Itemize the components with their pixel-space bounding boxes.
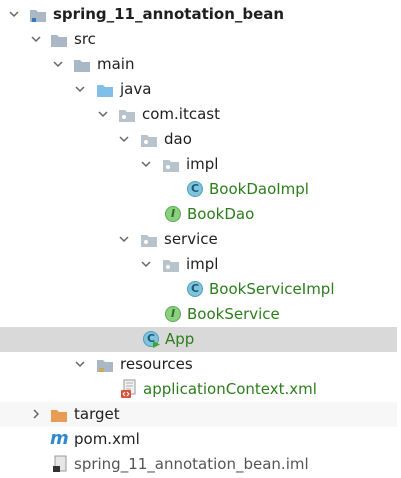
project-tree: spring_11_annotation_bean src main java … [0, 0, 401, 478]
tree-node-dao[interactable]: dao [0, 127, 397, 152]
file-label-book-dao: BookDao [187, 205, 255, 223]
module-folder-icon [30, 10, 46, 22]
tree-node-resources[interactable]: resources [0, 352, 397, 377]
run-badge-icon [153, 341, 160, 348]
package-icon [163, 260, 179, 272]
package-label: com.itcast [142, 105, 220, 123]
package-icon [141, 235, 157, 247]
file-label-application-context: applicationContext.xml [143, 380, 317, 398]
chevron-down-icon[interactable] [74, 83, 86, 95]
interface-icon: I [165, 206, 181, 222]
chevron-down-icon[interactable] [8, 8, 20, 20]
folder-label-main: main [97, 55, 135, 73]
chevron-down-icon[interactable] [52, 58, 64, 70]
folder-icon [51, 35, 67, 47]
xml-file-icon [121, 379, 136, 398]
resources-folder-icon [97, 360, 113, 372]
tree-node-book-dao-impl[interactable]: C BookDaoImpl [0, 177, 397, 202]
tree-node-package-root[interactable]: com.itcast [0, 102, 397, 127]
chevron-down-icon[interactable] [30, 33, 42, 45]
tree-node-application-context[interactable]: applicationContext.xml [0, 377, 397, 402]
file-label-pom: pom.xml [74, 430, 140, 448]
tree-node-pom[interactable]: m pom.xml [0, 427, 397, 452]
package-label-dao: dao [164, 130, 192, 148]
tree-node-service[interactable]: service [0, 227, 397, 252]
folder-label-src: src [74, 30, 96, 48]
tree-node-target[interactable]: target [0, 402, 397, 427]
file-label-book-service-impl: BookServiceImpl [209, 280, 335, 298]
tree-node-book-service[interactable]: I BookService [0, 302, 397, 327]
package-label-dao-impl: impl [186, 155, 219, 173]
project-name: spring_11_annotation_bean [53, 5, 285, 23]
folder-label-resources: resources [120, 355, 193, 373]
chevron-down-icon[interactable] [118, 133, 130, 145]
tree-node-book-dao[interactable]: I BookDao [0, 202, 397, 227]
folder-label-target: target [74, 405, 120, 423]
class-icon: C [187, 281, 203, 297]
chevron-down-icon[interactable] [140, 158, 152, 170]
tree-node-project[interactable]: spring_11_annotation_bean [0, 2, 397, 27]
chevron-down-icon[interactable] [118, 233, 130, 245]
maven-icon: m [50, 428, 69, 449]
package-icon [141, 135, 157, 147]
tree-node-book-service-impl[interactable]: C BookServiceImpl [0, 277, 397, 302]
package-label-service: service [164, 230, 218, 248]
file-label-book-dao-impl: BookDaoImpl [209, 180, 309, 198]
chevron-right-icon[interactable] [30, 408, 42, 420]
tree-node-service-impl[interactable]: impl [0, 252, 397, 277]
package-icon [163, 160, 179, 172]
excluded-folder-icon [51, 410, 67, 422]
file-label-app: App [165, 330, 195, 348]
tree-node-main[interactable]: main [0, 52, 397, 77]
chevron-down-icon[interactable] [97, 108, 109, 120]
class-icon: C [187, 181, 203, 197]
tree-node-app[interactable]: C App [0, 327, 397, 352]
package-icon [119, 110, 135, 122]
package-label-service-impl: impl [186, 255, 219, 273]
file-label-book-service: BookService [187, 305, 280, 323]
tree-node-java[interactable]: java [0, 77, 397, 102]
folder-icon [74, 60, 90, 72]
tree-node-src[interactable]: src [0, 27, 397, 52]
folder-label-java: java [120, 80, 152, 98]
iml-file-icon [53, 455, 67, 472]
chevron-down-icon[interactable] [140, 258, 152, 270]
tree-node-iml[interactable]: spring_11_annotation_bean.iml [0, 452, 397, 477]
file-label-iml: spring_11_annotation_bean.iml [74, 455, 309, 473]
interface-icon: I [165, 306, 181, 322]
tree-node-dao-impl[interactable]: impl [0, 152, 397, 177]
chevron-down-icon[interactable] [74, 358, 86, 370]
source-folder-icon [97, 85, 113, 97]
